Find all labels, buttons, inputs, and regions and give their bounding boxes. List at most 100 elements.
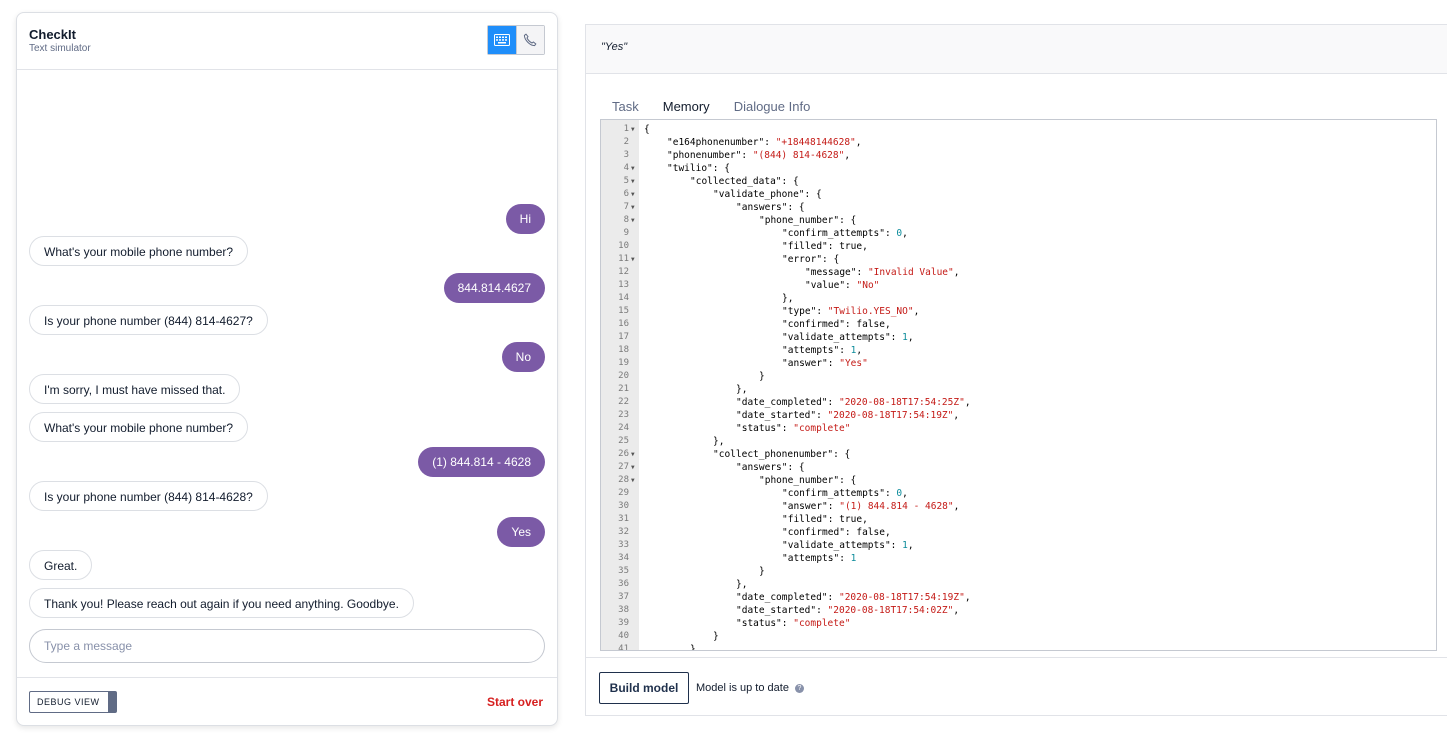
help-icon[interactable]: ? — [794, 683, 804, 693]
line-number: 41 — [618, 644, 629, 651]
line-number: 37 — [618, 592, 629, 602]
fold-arrow-icon[interactable]: ▼ — [631, 253, 635, 266]
code-text: "collect_phonenumber": { — [713, 449, 851, 460]
line-number: 36 — [618, 579, 629, 589]
simulator-mode-toggle — [487, 25, 545, 55]
line-number: 21 — [618, 384, 629, 394]
line-number: 17 — [618, 332, 629, 342]
voice-mode-button[interactable] — [515, 26, 544, 54]
bot-message: Great. — [29, 550, 93, 580]
bot-message: What's your mobile phone number? — [29, 236, 249, 266]
code-text: "value": "No" — [805, 280, 880, 291]
code-text: } — [759, 371, 765, 382]
fold-arrow-icon[interactable]: ▼ — [631, 448, 635, 461]
code-text: { — [644, 124, 650, 135]
code-text: "answers": { — [736, 202, 805, 213]
bot-message: Thank you! Please reach out again if you… — [29, 588, 414, 618]
line-number: 20 — [618, 371, 629, 381]
last-answer: "Yes" — [601, 41, 628, 53]
debug-view-toggle[interactable]: DEBUG VIEW — [29, 691, 117, 713]
fold-arrow-icon[interactable]: ▼ — [631, 188, 635, 201]
code-text: "phone_number": { — [759, 475, 857, 486]
code-text: "status": "complete" — [736, 618, 851, 629]
line-number: 2 — [623, 137, 629, 147]
line-number: 14 — [618, 293, 629, 303]
start-over-button[interactable]: Start over — [487, 695, 543, 709]
fold-arrow-icon[interactable]: ▼ — [631, 123, 635, 136]
line-number: 18 — [618, 345, 629, 355]
keyboard-icon — [493, 34, 510, 46]
line-number: 40 — [618, 631, 629, 641]
code-text: "answer": "(1) 844.814 - 4628", — [782, 501, 960, 512]
tab-task[interactable]: Task — [600, 99, 651, 119]
debug-panel: "Yes" Task Memory Dialogue Info 1 ▼{2 "e16… — [585, 24, 1447, 716]
code-text: "validate_phone": { — [713, 189, 822, 200]
panel-footer: Build model Model is up to date? — [586, 657, 1447, 718]
code-text: "date_started": "2020-08-18T17:54:19Z", — [736, 410, 960, 421]
line-number: 39 — [618, 618, 629, 628]
code-text: "confirm_attempts": 0, — [782, 488, 908, 499]
line-number: 31 — [618, 514, 629, 524]
model-status: Model is up to date? — [696, 682, 804, 694]
build-model-button[interactable]: Build model — [599, 672, 689, 704]
code-text: "confirm_attempts": 0, — [782, 228, 908, 239]
bot-message: Is your phone number (844) 814-4627? — [29, 305, 268, 335]
line-number: 19 — [618, 358, 629, 368]
user-message: Yes — [497, 517, 545, 547]
line-number: 35 — [618, 566, 629, 576]
code-text: "validate_attempts": 1, — [782, 540, 914, 551]
fold-arrow-icon[interactable]: ▼ — [631, 175, 635, 188]
line-number: 23 — [618, 410, 629, 420]
simulator-footer: DEBUG VIEW Start over — [17, 677, 557, 725]
fold-arrow-icon[interactable]: ▼ — [631, 461, 635, 474]
line-number: 10 — [618, 241, 629, 251]
line-number: 33 — [618, 540, 629, 550]
code-text: "status": "complete" — [736, 423, 851, 434]
line-number: 8 — [623, 215, 629, 225]
code-text: "answer": "Yes" — [782, 358, 868, 369]
text-mode-button[interactable] — [488, 26, 516, 54]
code-text: "phonenumber": "(844) 814-4628", — [667, 150, 851, 161]
user-message: (1) 844.814 - 4628 — [418, 447, 545, 477]
code-text: } — [759, 566, 765, 577]
code-text: "type": "Twilio.YES_NO", — [782, 306, 920, 317]
fold-arrow-icon[interactable]: ▼ — [631, 474, 635, 487]
code-text: "date_completed": "2020-08-18T17:54:25Z"… — [736, 397, 971, 408]
code-text: "date_completed": "2020-08-18T17:54:19Z"… — [736, 592, 971, 603]
code-text: "confirmed": false, — [782, 319, 891, 330]
simulator-panel: CheckIt Text simulator Hi What's your mo… — [16, 12, 558, 726]
line-number: 15 — [618, 306, 629, 316]
line-number: 7 — [623, 202, 629, 212]
code-text: }, — [713, 436, 725, 447]
debug-view-label: DEBUG VIEW — [37, 697, 100, 707]
fold-arrow-icon[interactable]: ▼ — [631, 214, 635, 227]
line-number: 16 — [618, 319, 629, 329]
simulator-subtitle: Text simulator — [29, 43, 91, 54]
tab-memory[interactable]: Memory — [650, 99, 722, 121]
message-input[interactable] — [29, 629, 545, 663]
code-text: "date_started": "2020-08-18T17:54:02Z", — [736, 605, 960, 616]
model-status-text: Model is up to date — [696, 682, 789, 694]
user-message: 844.814.4627 — [443, 273, 545, 303]
code-text: "e164phonenumber": "+18448144628", — [667, 137, 862, 148]
line-number: 24 — [618, 423, 629, 433]
code-text: "filled": true, — [782, 514, 868, 525]
code-text: "attempts": 1, — [782, 345, 863, 356]
line-number: 13 — [618, 280, 629, 290]
code-text: } — [690, 644, 696, 651]
line-number: 11 — [618, 254, 629, 264]
code-text: }, — [782, 293, 794, 304]
line-number: 30 — [618, 501, 629, 511]
line-number: 28 — [618, 475, 629, 485]
bot-message: What's your mobile phone number? — [29, 412, 249, 442]
line-number: 32 — [618, 527, 629, 537]
code-text: }, — [736, 579, 748, 590]
fold-arrow-icon[interactable]: ▼ — [631, 162, 635, 175]
code-text: "phone_number": { — [759, 215, 857, 226]
fold-arrow-icon[interactable]: ▼ — [631, 201, 635, 214]
tab-dialogue-info[interactable]: Dialogue Info — [722, 99, 823, 119]
simulator-title: CheckIt — [29, 27, 76, 42]
code-text: }, — [736, 384, 748, 395]
memory-code-editor[interactable]: 1 ▼{2 "e164phonenumber": "+18448144628", 3 "… — [600, 119, 1437, 651]
phone-icon — [524, 33, 537, 47]
